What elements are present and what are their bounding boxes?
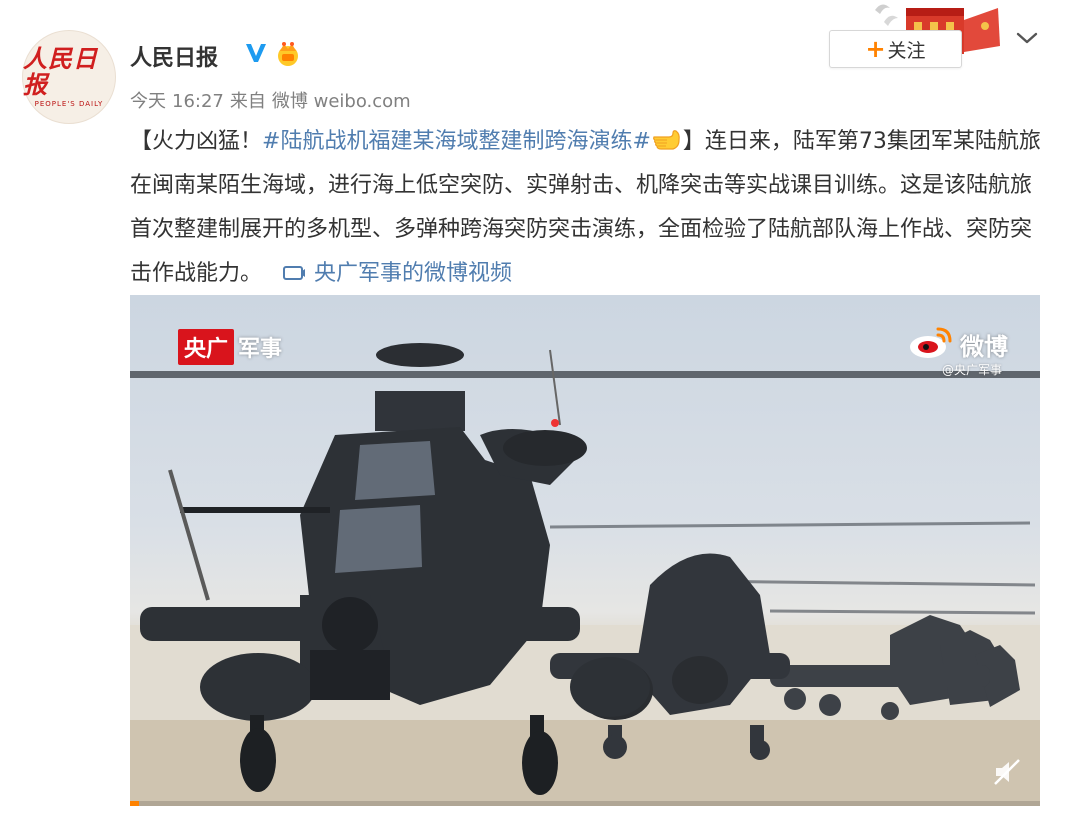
author-name[interactable]: 人民日报 — [130, 40, 218, 72]
follow-label: 关注 — [887, 39, 926, 62]
post-text: 【火力凶猛！#陆航战机福建某海域整建制跨海演练# 】连日来，陆军第73集团军某陆… — [130, 120, 1045, 296]
video-link-label: 央广军事的微博视频 — [314, 261, 513, 286]
post-title: 火力凶猛！ — [152, 129, 263, 154]
post-meta: 今天 16:27 来自 微博 weibo.com — [130, 87, 417, 113]
video-player[interactable]: 央广 军事 微博 @央广军事 — [130, 295, 1040, 806]
watermark-red-label: 央广 — [178, 329, 235, 365]
mute-icon[interactable] — [992, 757, 1022, 787]
verified-v-icon — [246, 44, 266, 62]
video-source-link[interactable]: 央广军事的微博视频 — [282, 261, 512, 286]
weibo-post-card: 人民日报 PEOPLE'S DAILY 人民日报 今天 16:27 来自 微博 wei… — [0, 0, 1080, 831]
pointing-hand-emoji-icon — [652, 130, 680, 150]
close-bracket: 】 — [682, 129, 705, 154]
follow-plus-icon: + — [865, 35, 886, 63]
open-bracket: 【 — [130, 129, 153, 154]
avatar[interactable]: 人民日报 PEOPLE'S DAILY — [22, 30, 116, 124]
weibo-watermark-handle: @央广军事 — [942, 363, 1003, 377]
avatar-logo-subtext: PEOPLE'S DAILY — [34, 100, 104, 108]
crown-badge-icon[interactable] — [274, 39, 302, 67]
post-day: 今天 — [130, 91, 166, 112]
weibo-watermark-label: 微博 — [960, 333, 1008, 361]
hashtag-link[interactable]: #陆航战机福建某海域整建制跨海演练# — [262, 129, 651, 154]
weibo-logo-icon — [910, 327, 952, 358]
video-link-icon — [283, 266, 306, 280]
watermark-white-label: 军事 — [238, 337, 283, 362]
source-prefix: 来自 — [229, 91, 266, 112]
cctv-watermark: 央广 军事 — [178, 329, 282, 365]
follow-button[interactable]: + 关注 — [829, 30, 962, 68]
video-progress-fill — [130, 801, 140, 806]
weibo-watermark: 微博 @央广军事 — [908, 321, 1040, 379]
helicopter-formation-image — [130, 343, 1040, 806]
post-source[interactable]: 微博 weibo.com — [272, 91, 411, 112]
post-time[interactable]: 16:27 — [172, 91, 224, 112]
video-progress-bar[interactable] — [130, 801, 1040, 806]
avatar-logo-text: 人民日报 — [23, 44, 98, 99]
chevron-down-icon[interactable] — [1013, 27, 1041, 49]
